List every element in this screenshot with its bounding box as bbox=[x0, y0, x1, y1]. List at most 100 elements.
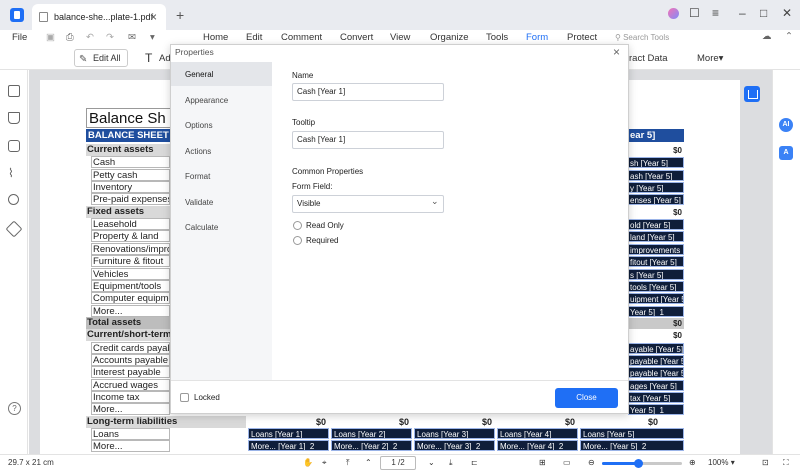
nav-options[interactable]: Options bbox=[185, 121, 213, 130]
close-dialog-icon[interactable]: × bbox=[613, 45, 620, 59]
close-window-icon[interactable]: ✕ bbox=[782, 6, 792, 20]
loans-field[interactable]: Loans [Year 4] bbox=[497, 428, 578, 439]
form-field-cell[interactable]: uipment [Year 5 bbox=[628, 293, 684, 304]
nav-actions[interactable]: Actions bbox=[185, 147, 211, 156]
bookmark-icon[interactable] bbox=[8, 112, 20, 124]
menu-organize[interactable]: Organize bbox=[430, 32, 469, 43]
fullscreen-icon[interactable]: ⛶ bbox=[783, 458, 789, 468]
more-field[interactable]: More... [Year 1]_2 bbox=[248, 440, 329, 451]
search-icon[interactable] bbox=[8, 194, 19, 205]
form-field-cell[interactable]: Year 5]_1 bbox=[628, 404, 684, 415]
dropdown-chevron-icon[interactable]: ▾ bbox=[150, 32, 155, 43]
previous-page-icon[interactable]: ⌃ bbox=[365, 458, 372, 467]
add-text-label[interactable]: Ad bbox=[159, 53, 171, 64]
nav-general[interactable]: General bbox=[185, 70, 213, 79]
feedback-icon[interactable]: ☐ bbox=[689, 6, 700, 20]
close-tab-icon[interactable]: × bbox=[150, 4, 157, 30]
zoom-in-icon[interactable]: ⊕ bbox=[689, 458, 696, 467]
form-field-cell[interactable]: land [Year 5] bbox=[628, 231, 684, 242]
search-tools[interactable]: ⚲ Search Tools bbox=[615, 33, 669, 42]
fit-page-icon[interactable]: ▭ bbox=[563, 458, 571, 467]
menu-tools[interactable]: Tools bbox=[486, 32, 508, 43]
form-field-cell[interactable]: sh [Year 5] bbox=[628, 157, 684, 168]
locked-checkbox[interactable] bbox=[180, 393, 189, 402]
read-only-checkbox[interactable] bbox=[293, 221, 302, 230]
loans-field[interactable]: Loans [Year 3] bbox=[414, 428, 495, 439]
translate-icon[interactable]: A bbox=[779, 146, 793, 160]
new-tab-icon[interactable]: + bbox=[176, 7, 184, 23]
zoom-slider-handle[interactable] bbox=[634, 459, 643, 468]
nav-calculate[interactable]: Calculate bbox=[185, 223, 218, 232]
form-field-cell[interactable]: ash [Year 5] bbox=[628, 170, 684, 181]
add-text-icon[interactable]: T bbox=[145, 51, 152, 65]
avatar[interactable] bbox=[668, 8, 679, 19]
panel-toggle-icon[interactable] bbox=[744, 86, 760, 102]
close-file-icon[interactable]: ⊏ bbox=[471, 458, 478, 467]
extract-data-label[interactable]: ract Data bbox=[629, 53, 668, 64]
menu-convert[interactable]: Convert bbox=[340, 32, 373, 43]
last-page-icon[interactable]: ⤓ bbox=[449, 458, 453, 468]
close-button[interactable]: Close bbox=[555, 388, 618, 408]
first-page-icon[interactable]: ⤒ bbox=[346, 458, 350, 468]
print-icon[interactable]: ⎙ bbox=[66, 32, 74, 43]
form-field-select[interactable]: Visible bbox=[292, 195, 444, 213]
loans-field[interactable]: Loans [Year 2] bbox=[331, 428, 412, 439]
loans-field[interactable]: Loans [Year 5] bbox=[580, 428, 684, 439]
fit-width-icon[interactable]: ⊞ bbox=[539, 458, 546, 467]
more-field[interactable]: More... [Year 2]_2 bbox=[331, 440, 412, 451]
loans-field[interactable]: Loans [Year 1] bbox=[248, 428, 329, 439]
save-icon[interactable]: ▣ bbox=[46, 32, 55, 43]
form-field-cell[interactable]: tools [Year 5] bbox=[628, 281, 684, 292]
nav-validate[interactable]: Validate bbox=[185, 198, 213, 207]
cloud-upload-icon[interactable]: ☁ bbox=[762, 31, 772, 42]
hand-tool-icon[interactable]: ✋ bbox=[303, 458, 313, 467]
form-field-cell[interactable]: payable [Year 5] bbox=[628, 367, 684, 378]
tooltip-field[interactable]: Cash [Year 1] bbox=[292, 131, 444, 149]
form-field-cell[interactable]: enses [Year 5] bbox=[628, 194, 684, 205]
file-menu[interactable]: File bbox=[12, 32, 27, 43]
form-field-cell[interactable]: ayable [Year 5] bbox=[628, 343, 684, 354]
nav-appearance[interactable]: Appearance bbox=[185, 96, 228, 105]
menu-home[interactable]: Home bbox=[203, 32, 228, 43]
attachment-icon[interactable]: ⌇ bbox=[8, 166, 14, 180]
page-number-input[interactable]: 1 /2 bbox=[380, 456, 416, 470]
two-page-icon[interactable]: ⊡ bbox=[762, 458, 769, 467]
form-field-cell[interactable]: fitout [Year 5] bbox=[628, 256, 684, 267]
next-page-icon[interactable]: ⌄ bbox=[428, 458, 435, 467]
form-field-cell[interactable]: old [Year 5] bbox=[628, 219, 684, 230]
more-tools-button[interactable]: More▾ bbox=[697, 53, 723, 64]
more-field[interactable]: More... [Year 4]_2 bbox=[497, 440, 578, 451]
menu-protect[interactable]: Protect bbox=[567, 32, 597, 43]
form-field-cell[interactable]: s [Year 5] bbox=[628, 269, 684, 280]
minimize-icon[interactable]: – bbox=[739, 6, 746, 20]
collapse-icon[interactable]: ⌃ bbox=[785, 31, 793, 42]
help-icon[interactable]: ? bbox=[8, 402, 21, 415]
zoom-level[interactable]: 100% ▾ bbox=[708, 456, 752, 470]
ai-assistant-icon[interactable]: AI bbox=[779, 118, 793, 132]
form-field-cell[interactable]: payable [Year 5] bbox=[628, 355, 684, 366]
undo-icon[interactable]: ↶ bbox=[86, 32, 94, 43]
form-field-cell[interactable]: ages [Year 5] bbox=[628, 380, 684, 391]
menu-form[interactable]: Form bbox=[526, 32, 548, 43]
more-field[interactable]: More... [Year 3]_2 bbox=[414, 440, 495, 451]
zoom-out-icon[interactable]: ⊖ bbox=[588, 458, 595, 467]
form-field-cell[interactable]: improvements [ bbox=[628, 244, 684, 255]
more-field[interactable]: More... [Year 5]_2 bbox=[580, 440, 684, 451]
document-tab[interactable]: balance-she...plate-1.pdf × bbox=[32, 4, 166, 30]
menu-comment[interactable]: Comment bbox=[281, 32, 322, 43]
form-field-cell[interactable]: tax [Year 5] bbox=[628, 392, 684, 403]
email-icon[interactable]: ✉ bbox=[128, 32, 136, 43]
redo-icon[interactable]: ↷ bbox=[106, 32, 114, 43]
pages-icon[interactable] bbox=[8, 85, 20, 97]
menu-view[interactable]: View bbox=[390, 32, 410, 43]
maximize-icon[interactable]: □ bbox=[760, 6, 767, 20]
form-field-cell[interactable]: Year 5]_1 bbox=[628, 306, 684, 317]
comment-icon[interactable] bbox=[8, 140, 20, 152]
required-checkbox[interactable] bbox=[293, 236, 302, 245]
edit-all-button[interactable]: ✎ Edit All ▾ bbox=[74, 49, 128, 79]
name-field[interactable]: Cash [Year 1] bbox=[292, 83, 444, 101]
form-field-cell[interactable]: y [Year 5] bbox=[628, 182, 684, 193]
select-tool-icon[interactable]: ⌖ bbox=[322, 458, 327, 468]
nav-format[interactable]: Format bbox=[185, 172, 210, 181]
menu-icon[interactable]: ≡ bbox=[712, 6, 719, 20]
